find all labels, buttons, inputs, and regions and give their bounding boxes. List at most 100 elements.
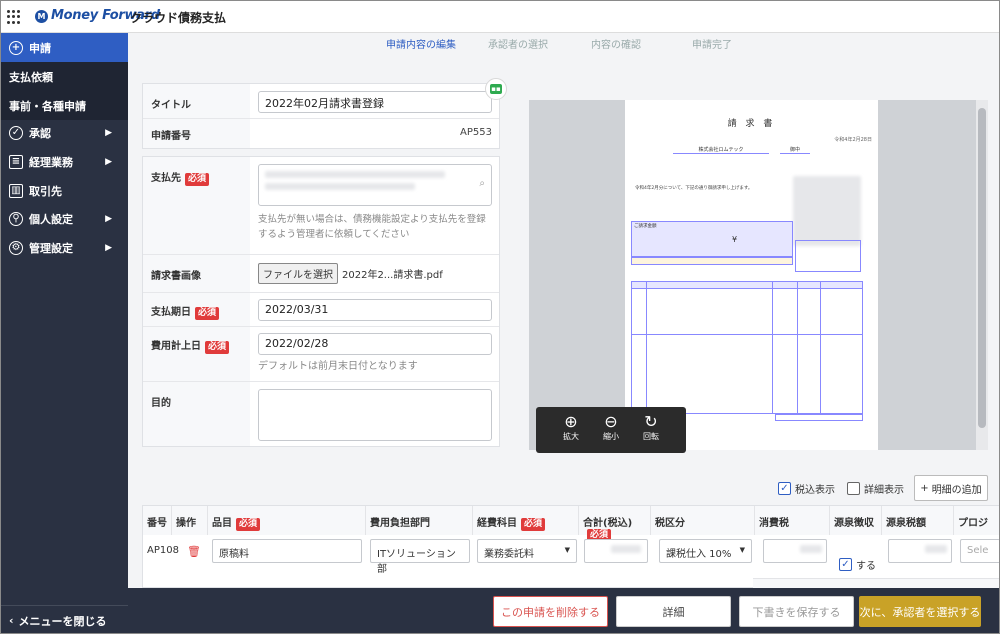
sidebar-item-accounting[interactable]: ≡ 経理業務 ▶ — [1, 147, 128, 176]
next-select-approver-button[interactable]: 次に、承認者を選択する — [859, 596, 981, 627]
zoom-in-button[interactable]: ⊕ 拡大 — [556, 413, 586, 442]
add-detail-button[interactable]: + 明細の追加 — [914, 475, 988, 501]
footer-bar: この申請を削除する 詳細 下書きを保存する 次に、承認者を選択する — [128, 588, 999, 633]
expense-date-row: 費用計上日 必須 2022/02/28 デフォルトは前月末日付となります — [143, 327, 499, 382]
number-row: 申請番号 AP553 — [143, 119, 499, 148]
col-header-withholding: 源泉徴収 — [830, 506, 882, 535]
sidebar-item-label: 支払依頼 — [9, 70, 53, 84]
payee-label: 支払先 必須 — [143, 157, 250, 254]
required-badge: 必須 — [185, 173, 210, 186]
sidebar-item-label: 申請 — [29, 41, 51, 55]
checkbox-checked[interactable]: ✓ — [839, 557, 852, 571]
doc-greeting: 令和4年2月分について、下記の通り御請求申し上げます。 — [635, 186, 753, 191]
required-badge: 必須 — [521, 518, 546, 531]
step-select-approver: 承認者の選択 — [488, 40, 548, 51]
doc-amount-box: ご請求金額 ¥ — [631, 221, 793, 257]
detail-view-toggle[interactable]: 詳細表示 — [847, 481, 904, 496]
zoom-out-button[interactable]: ⊖ 縮小 — [596, 413, 626, 442]
trash-icon[interactable]: 🗑 — [183, 535, 201, 571]
invoice-page: 請 求 書 令和4年2月28日 株式会社ロムテック 御中 令和4年2月分について… — [625, 100, 878, 450]
checkbox-unchecked[interactable] — [847, 482, 860, 495]
sidebar-item-admin-settings[interactable]: ⚙ 管理設定 ▶ — [1, 233, 128, 262]
col-header-consumption-tax: 消費税 — [755, 506, 830, 535]
close-menu-button[interactable]: ‹ メニューを閉じる — [1, 605, 128, 633]
zoom-out-label: 縮小 — [603, 432, 619, 441]
plus-circle-icon: + — [9, 40, 23, 55]
col-header-withholding-amount: 源泉税額 — [882, 506, 954, 535]
payee-blurred — [265, 183, 415, 190]
detail-table: 番号 操作 品目 必須 費用負担部門 経費科目 必須 合計(税込)必須 税区分 消費… — [142, 505, 999, 588]
sidebar-item-approval[interactable]: ✓ 承認 ▶ — [1, 118, 128, 147]
sidebar-item-label: 承認 — [29, 126, 51, 140]
delete-button[interactable]: この申請を削除する — [493, 596, 608, 627]
app-window: M Money Forward クラウド債務支払 + 申請 支払依頼 事前・各種… — [0, 0, 1000, 634]
total-input[interactable] — [584, 539, 648, 563]
sidebar-item-personal-settings[interactable]: ⚲ 個人設定 ▶ — [1, 204, 128, 233]
doc-sender-blurred — [793, 176, 861, 246]
tax-category-select[interactable]: 課税仕入 10% ▼ — [659, 539, 752, 563]
due-label-text: 支払期日 — [151, 307, 191, 318]
col-header-item-text: 品目 — [212, 518, 232, 529]
required-badge: 必須 — [205, 341, 230, 354]
sidebar-item-label: 個人設定 — [29, 212, 73, 226]
due-label: 支払期日 必須 — [143, 293, 250, 326]
invoice-row: 請求書画像 ファイルを選択 2022年2...請求書.pdf — [143, 255, 499, 293]
account-select[interactable]: 業務委託料 ▼ — [477, 539, 577, 563]
document-icon: ≡ — [9, 154, 23, 169]
due-date-input[interactable]: 2022/03/31 — [258, 299, 492, 321]
sidebar-item-partners[interactable]: ▥ 取引先 — [1, 176, 128, 205]
rotate-icon: ↻ — [644, 412, 658, 431]
checkbox-checked[interactable]: ✓ — [778, 482, 791, 495]
withholding-amount-input[interactable] — [888, 539, 952, 563]
chevron-right-icon: ▶ — [105, 242, 112, 253]
file-select-button[interactable]: ファイルを選択 — [258, 263, 338, 284]
rotate-button[interactable]: ↻ 回転 — [636, 413, 666, 442]
payee-row: 支払先 必須 ⌕ 支払先が無い場合は、債務機能設定より支払先を登録するよう管理者に… — [143, 157, 499, 255]
caret-down-icon: ▼ — [564, 546, 570, 554]
project-select[interactable]: Sele — [960, 539, 999, 563]
sidebar-item-payment-request[interactable]: 支払依頼 — [1, 62, 128, 91]
doc-total-box — [775, 414, 863, 421]
purpose-textarea[interactable] — [258, 389, 492, 441]
col-header-total: 合計(税込)必須 — [579, 506, 651, 542]
application-form: タイトル 2022年02月請求書登録 申請番号 AP553 — [142, 83, 500, 149]
preview-scrollbar[interactable] — [976, 100, 988, 450]
payee-select[interactable]: ⌕ — [258, 164, 492, 206]
withholding-toggle[interactable]: ✓ する — [835, 541, 876, 577]
app-grid-icon[interactable] — [7, 10, 21, 24]
gear-icon: ⚙ — [9, 240, 23, 255]
doc-bank-box — [631, 257, 793, 265]
total-blurred — [611, 545, 641, 553]
expense-date-input[interactable]: 2022/02/28 — [258, 333, 492, 355]
top-bar: M Money Forward クラウド債務支払 — [1, 1, 999, 33]
building-icon: ▥ — [9, 183, 23, 198]
chevron-left-icon: ‹ — [9, 614, 14, 627]
tax-blurred — [800, 545, 822, 553]
main-content: 申請内容の編集 承認者の選択 内容の確認 申請完了 タイトル 2022年02月請… — [128, 33, 999, 588]
expense-label: 費用計上日 必須 — [143, 327, 250, 381]
detail-view-label: 詳細表示 — [864, 485, 904, 496]
check-circle-icon: ✓ — [9, 125, 23, 140]
tax-included-toggle[interactable]: ✓ 税込表示 — [778, 481, 835, 496]
add-detail-label: 明細の追加 — [931, 484, 982, 496]
row-number: AP108 — [147, 545, 179, 556]
ocr-icon[interactable]: ▪▪ — [485, 78, 507, 100]
col-header-action: 操作 — [172, 506, 208, 535]
number-value: AP553 — [460, 127, 492, 138]
save-draft-button[interactable]: 下書きを保存する — [739, 596, 854, 627]
withholding-label: する — [856, 560, 876, 572]
sidebar-item-apply[interactable]: + 申請 — [1, 33, 128, 62]
detail-button[interactable]: 詳細 — [616, 596, 731, 627]
expense-label-text: 費用計上日 — [151, 341, 201, 352]
item-input[interactable]: 原稿料 — [212, 539, 362, 563]
plus-icon: + — [920, 482, 929, 494]
caret-down-icon: ▼ — [739, 546, 745, 554]
user-icon: ⚲ — [9, 211, 23, 226]
sidebar-item-pre-request[interactable]: 事前・各種申請 — [1, 91, 128, 120]
payee-form: 支払先 必須 ⌕ 支払先が無い場合は、債務機能設定より支払先を登録するよう管理者に… — [142, 156, 500, 447]
doc-honorific: 御中 — [780, 146, 810, 154]
title-input[interactable]: 2022年02月請求書登録 — [258, 91, 492, 113]
department-input[interactable]: ITソリューション部 — [370, 539, 470, 575]
step-confirm: 内容の確認 — [591, 40, 641, 51]
consumption-tax-input[interactable] — [763, 539, 827, 563]
